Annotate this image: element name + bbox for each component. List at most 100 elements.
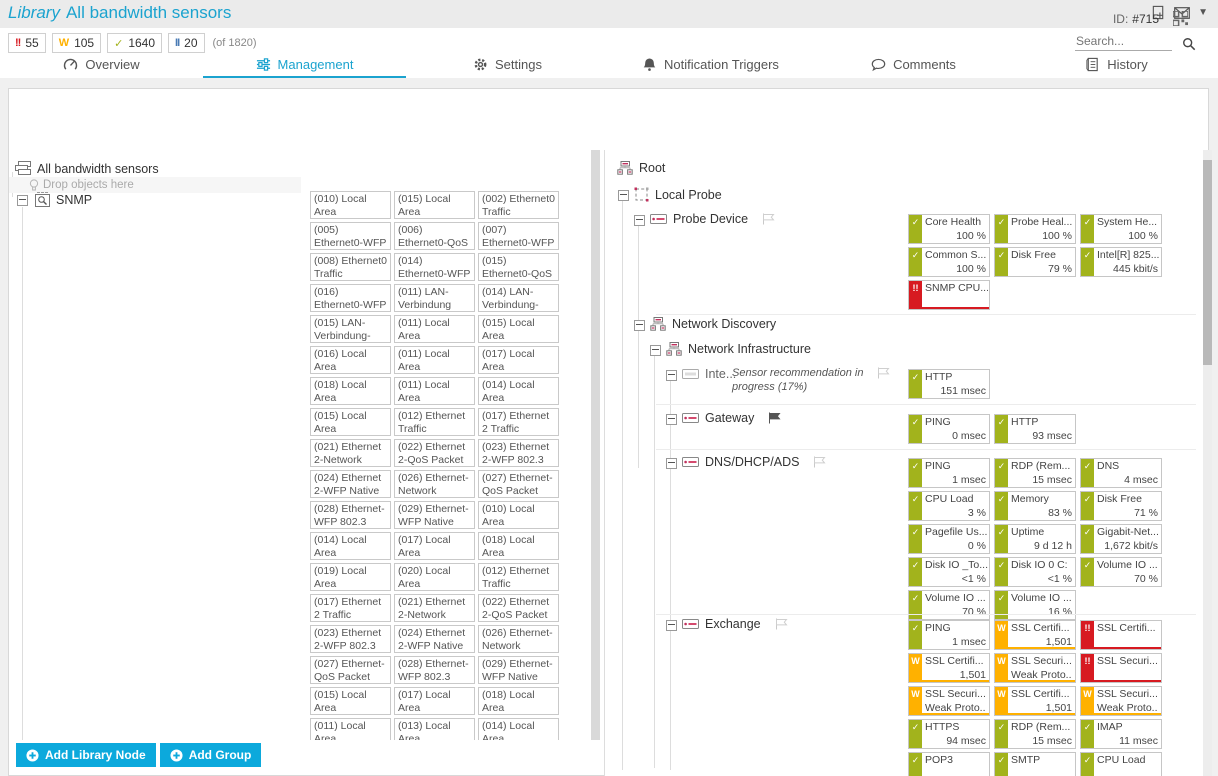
library-sensor-tile[interactable]: (016) Local Area xyxy=(310,346,391,374)
library-sensor-tile[interactable]: (011) Local Area xyxy=(394,315,475,343)
paused-count-badge[interactable]: II20 xyxy=(168,33,204,53)
library-sensor-tile[interactable]: (010) Local Area xyxy=(478,501,559,529)
tree-expander[interactable] xyxy=(634,320,645,331)
sensor-tile[interactable]: ✓IMAP11 msec xyxy=(1080,719,1162,749)
tree-node-root[interactable]: Root xyxy=(617,161,665,175)
flag-outline-icon[interactable] xyxy=(813,456,827,468)
add-library-node-button[interactable]: Add Library Node xyxy=(16,743,156,767)
library-sensor-tile[interactable]: (011) LAN-Verbindung xyxy=(394,284,475,312)
sensor-tile[interactable]: ✓SMTP xyxy=(994,752,1076,776)
sensor-tile[interactable]: ✓Volume IO ...16 % xyxy=(994,590,1076,620)
library-sensor-tile[interactable]: (017) Ethernet 2 Traffic xyxy=(310,594,391,622)
tab-overview[interactable]: Overview xyxy=(0,50,203,78)
right-scrollbar-thumb[interactable] xyxy=(1203,160,1212,365)
sensor-tile[interactable]: ✓Disk Free79 % xyxy=(994,247,1076,277)
search-icon[interactable] xyxy=(1182,37,1196,51)
flag-filled-icon[interactable] xyxy=(768,412,782,424)
library-sensor-tile[interactable]: (011) Local Area xyxy=(310,718,391,740)
library-sensor-tile[interactable]: (006) Ethernet0-QoS Packet xyxy=(394,222,475,250)
sensor-tile[interactable]: ✓HTTP93 msec xyxy=(994,414,1076,444)
library-sensor-tile[interactable]: (015) Local Area xyxy=(310,408,391,436)
library-sensor-tile[interactable]: (014) Local Area xyxy=(478,718,559,740)
tab-comments[interactable]: Comments xyxy=(812,50,1015,78)
flag-outline-icon[interactable] xyxy=(877,367,891,379)
library-sensor-tile[interactable]: (007) Ethernet0-WFP 802.3 xyxy=(478,222,559,250)
library-sensor-tile[interactable]: (016) Ethernet0-WFP 802.3 xyxy=(310,284,391,312)
snmp-library-node[interactable]: SNMP xyxy=(35,192,92,207)
library-sensor-tile[interactable]: (015) Ethernet0-QoS Packet xyxy=(478,253,559,281)
library-sensor-tile[interactable]: (011) Local Area xyxy=(394,346,475,374)
library-sensor-tile[interactable]: (011) Local Area xyxy=(394,377,475,405)
tree-expander[interactable] xyxy=(634,215,645,226)
library-sensor-tile[interactable]: (014) Ethernet0-WFP Native xyxy=(394,253,475,281)
tree-expander[interactable] xyxy=(666,370,677,381)
sensor-tile[interactable]: !!SSL Certifi... xyxy=(1080,620,1162,650)
sensor-tile[interactable]: !!SSL Securi... xyxy=(1080,653,1162,683)
qr-code-icon[interactable] xyxy=(1173,11,1188,26)
library-sensor-tile[interactable]: (014) Local Area xyxy=(310,532,391,560)
library-sensor-tile[interactable]: (010) Local Area xyxy=(310,191,391,219)
ok-count-badge[interactable]: ✓1640 xyxy=(107,33,162,53)
sensor-tile[interactable]: ✓Pagefile Us...0 % xyxy=(908,524,990,554)
library-sensor-tile[interactable]: (018) Local Area xyxy=(478,532,559,560)
library-sensor-tile[interactable]: (018) Local Area xyxy=(478,687,559,715)
sensor-tile[interactable]: ✓Intel[R] 825...445 kbit/s xyxy=(1080,247,1162,277)
library-sensor-tile[interactable]: (026) Ethernet-Network xyxy=(394,470,475,498)
sensor-tile[interactable]: ✓Disk IO _To...<1 % xyxy=(908,557,990,587)
sensor-tile[interactable]: !!SNMP CPU... xyxy=(908,280,990,310)
library-sensor-tile[interactable]: (019) Local Area xyxy=(310,563,391,591)
library-sensor-tile[interactable]: (022) Ethernet 2-QoS Packet xyxy=(394,439,475,467)
tree-expander[interactable] xyxy=(666,620,677,631)
sensor-tile[interactable]: ✓HTTPS94 msec xyxy=(908,719,990,749)
library-sensor-tile[interactable]: (029) Ethernet-WFP Native xyxy=(478,656,559,684)
tree-node-internet[interactable]: Inte... xyxy=(682,367,736,381)
library-sensor-tile[interactable]: (017) Local Area xyxy=(478,346,559,374)
sensor-tile[interactable]: ✓System He...100 % xyxy=(1080,214,1162,244)
library-sensor-tile[interactable]: (015) LAN-Verbindung- xyxy=(310,315,391,343)
tree-node-gateway[interactable]: Gateway xyxy=(682,411,782,425)
library-sensor-tile[interactable]: (012) Ethernet Traffic xyxy=(478,563,559,591)
library-sensor-tile[interactable]: (002) Ethernet0 Traffic xyxy=(478,191,559,219)
library-sensor-tile[interactable]: (014) Local Area xyxy=(478,377,559,405)
sensor-tile[interactable]: ✓HTTP151 msec xyxy=(908,369,990,399)
sensor-tile[interactable]: WSSL Certifi...1,501 xyxy=(908,653,990,683)
sensor-tile[interactable]: WSSL Securi...Weak Proto... xyxy=(994,653,1076,683)
library-sensor-tile[interactable]: (023) Ethernet 2-WFP 802.3 xyxy=(310,625,391,653)
snmp-node-expander[interactable] xyxy=(17,195,28,206)
flag-outline-icon[interactable] xyxy=(775,618,789,630)
library-sensor-tile[interactable]: (017) Local Area xyxy=(394,687,475,715)
sensor-tile[interactable]: WSSL Securi...Weak Proto... xyxy=(908,686,990,716)
tree-node-local-probe[interactable]: Local Probe xyxy=(634,187,722,202)
sensor-tile[interactable]: ✓Probe Heal...100 % xyxy=(994,214,1076,244)
library-sensor-tile[interactable]: (027) Ethernet-QoS Packet xyxy=(478,470,559,498)
library-sensor-tile[interactable]: (024) Ethernet 2-WFP Native xyxy=(310,470,391,498)
sensor-tile[interactable]: ✓Uptime9 d 12 h xyxy=(994,524,1076,554)
sensor-tile[interactable]: ✓Gigabit-Net...1,672 kbit/s xyxy=(1080,524,1162,554)
library-sensor-tile[interactable]: (015) Local Area xyxy=(478,315,559,343)
library-sensor-tile[interactable]: (015) Local Area xyxy=(394,191,475,219)
sensor-tile[interactable]: ✓DNS4 msec xyxy=(1080,458,1162,488)
tab-settings[interactable]: Settings xyxy=(406,50,609,78)
library-sensor-tile[interactable]: (017) Local Area xyxy=(394,532,475,560)
library-sensor-tile[interactable]: (023) Ethernet 2-WFP 802.3 xyxy=(478,439,559,467)
sensor-tile[interactable]: ✓Volume IO ...70 % xyxy=(908,590,990,620)
tree-node-dns-dhcp-ads[interactable]: DNS/DHCP/ADS xyxy=(682,455,827,469)
tree-node-exchange[interactable]: Exchange xyxy=(682,617,789,631)
library-sensor-tile[interactable]: (028) Ethernet-WFP 802.3 xyxy=(310,501,391,529)
sensor-tile[interactable]: ✓Disk Free71 % xyxy=(1080,491,1162,521)
library-sensor-tile[interactable]: (018) Local Area xyxy=(310,377,391,405)
sensor-tile[interactable]: ✓PING1 msec xyxy=(908,620,990,650)
error-count-badge[interactable]: !!55 xyxy=(8,33,46,53)
tree-node-network-infrastructure[interactable]: Network Infrastructure xyxy=(666,342,811,356)
library-sensor-tile[interactable]: (022) Ethernet 2-QoS Packet xyxy=(478,594,559,622)
tab-notification-triggers[interactable]: Notification Triggers xyxy=(609,50,812,78)
drop-target-hint[interactable]: Drop objects here xyxy=(9,177,301,193)
sensor-tile[interactable]: ✓CPU Load xyxy=(1080,752,1162,776)
sensor-tile[interactable]: ✓PING0 msec xyxy=(908,414,990,444)
sensor-tile[interactable]: ✓POP3 xyxy=(908,752,990,776)
dropdown-caret-icon[interactable]: ▼ xyxy=(1198,8,1208,18)
tree-expander[interactable] xyxy=(666,458,677,469)
left-scrollbar[interactable] xyxy=(591,150,600,740)
sensor-tile[interactable]: ✓RDP (Rem...15 msec xyxy=(994,719,1076,749)
library-sensor-tile[interactable]: (017) Ethernet 2 Traffic xyxy=(478,408,559,436)
